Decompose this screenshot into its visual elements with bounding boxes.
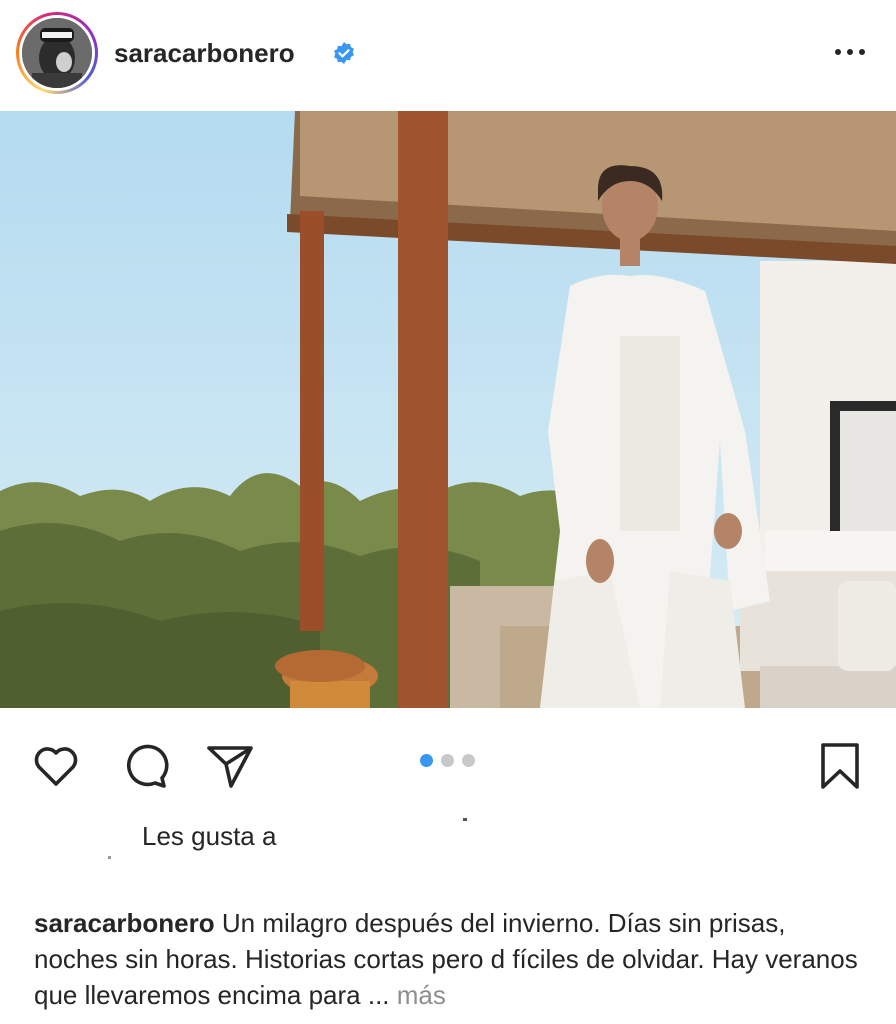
username[interactable]: saracarbonero [114, 38, 295, 69]
likes-artifact [108, 856, 111, 859]
likes-text[interactable]: Les gusta a [142, 821, 276, 852]
carousel-dot [441, 754, 454, 767]
caption-ellipsis: ... [367, 980, 390, 1010]
action-bar [0, 708, 896, 818]
post-photo [0, 111, 896, 708]
avatar[interactable] [22, 18, 92, 88]
carousel-dot-active [420, 754, 433, 767]
caption-username[interactable]: saracarbonero [34, 908, 215, 938]
carousel-indicator [420, 754, 475, 768]
paper-plane-icon[interactable] [204, 740, 256, 792]
caption: saracarbonero Un milagro después del inv… [34, 905, 874, 1013]
bookmark-icon[interactable] [814, 740, 866, 792]
comment-icon[interactable] [118, 740, 170, 792]
story-ring[interactable] [16, 12, 98, 94]
more-options-icon[interactable] [830, 40, 870, 64]
verified-badge-icon [334, 42, 354, 64]
carousel-dot [462, 754, 475, 767]
post-image[interactable] [0, 111, 896, 708]
likes-artifact [463, 818, 467, 821]
avatar-photo [22, 18, 92, 88]
heart-icon[interactable] [30, 740, 82, 792]
caption-more-link[interactable]: más [397, 980, 446, 1010]
post-header: saracarbonero [0, 0, 896, 110]
